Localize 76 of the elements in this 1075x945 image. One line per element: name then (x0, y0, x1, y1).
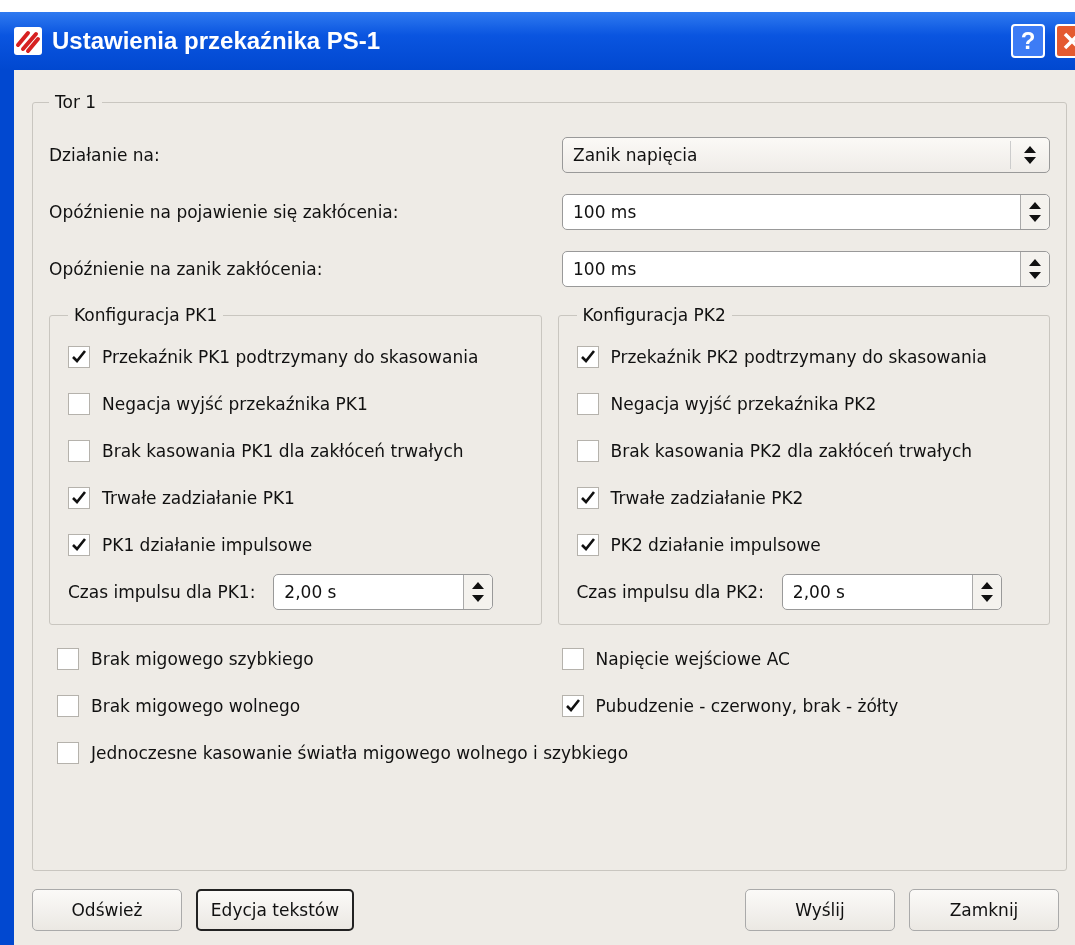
checkbox[interactable]: Brak migowego szybkiego (57, 635, 546, 682)
checkbox-label: PK1 działanie impulsowe (102, 534, 313, 555)
checkbox-box[interactable] (576, 533, 599, 556)
checkbox-label: Brak kasowania PK2 dla zakłóceń trwałych (610, 440, 973, 461)
checkbox-label: Trwałe zadziałanie PK1 (102, 487, 295, 508)
checkbox-label: Pubudzenie - czerwony, brak - żółty (595, 695, 899, 716)
checkmark-icon (579, 536, 596, 553)
checkbox-label: Brak migowego wolnego (91, 695, 301, 716)
checkbox-label: Negacja wyjść przekaźnika PK2 (610, 393, 877, 414)
app-logo-icon (14, 27, 42, 55)
checkbox-box[interactable] (68, 439, 90, 462)
checkbox[interactable]: Negacja wyjść przekaźnika PK1 (68, 380, 529, 427)
push-button[interactable]: Odśwież (32, 889, 182, 931)
checkbox-box[interactable] (57, 694, 79, 717)
checkmark-icon (579, 348, 596, 365)
window-title: Ustawienia przekaźnika PS-1 (52, 27, 381, 55)
field-label: Opóźnienie na zanik zakłócenia: (49, 258, 323, 279)
spin-field[interactable]: 2,00 s (781, 574, 1002, 610)
group-title: Konfiguracja PK1 (73, 305, 219, 325)
checkbox[interactable]: Pubudzenie - czerwony, brak - żółty (561, 682, 1050, 729)
field-label: Opóźnienie na pojawienie się zakłócenia: (49, 201, 399, 222)
spin-buttons[interactable] (1020, 251, 1049, 286)
checkbox-box[interactable] (68, 345, 90, 368)
checkbox-label: Jednoczesne kasowanie światła migowego wolnego i szybkiego (91, 742, 629, 763)
checkbox[interactable]: Przekaźnik PK1 podtrzymany do skasowania (68, 333, 529, 380)
checkmark-icon (71, 489, 87, 506)
checkbox[interactable]: Brak migowego wolnego (57, 682, 546, 729)
group-title: Konfiguracja PK2 (581, 305, 727, 325)
checkbox[interactable]: Negacja wyjść przekaźnika PK2 (576, 380, 1037, 427)
checkbox-box[interactable] (561, 647, 584, 670)
spin-field[interactable]: 100 ms (562, 250, 1050, 287)
checkbox-box[interactable] (68, 486, 90, 509)
checkbox-label: Negacja wyjść przekaźnika PK1 (102, 393, 368, 414)
checkmark-icon (71, 348, 87, 365)
checkbox-label: Napięcie wejściowe AC (595, 648, 790, 669)
checkbox-label: Przekaźnik PK2 podtrzymany do skasowania (610, 346, 987, 367)
field-label: Działanie na: (49, 144, 160, 165)
checkbox-box[interactable] (57, 741, 79, 764)
spin-buttons[interactable] (971, 575, 1001, 609)
checkmark-icon (564, 697, 581, 714)
spin-buttons[interactable] (1020, 194, 1049, 229)
checkbox-box[interactable] (68, 392, 90, 415)
spin-buttons[interactable] (463, 575, 493, 609)
checkbox[interactable]: Jednoczesne kasowanie światła migowego wolnego i szybkiego (57, 729, 1050, 776)
checkbox-box[interactable] (576, 345, 599, 368)
group-title: Tor 1 (54, 92, 98, 112)
checkbox-box[interactable] (576, 486, 599, 509)
checkbox-label: PK2 działanie impulsowe (610, 534, 821, 555)
checkbox[interactable]: Napięcie wejściowe AC (561, 635, 1050, 682)
checkbox-box[interactable] (576, 439, 599, 462)
checkbox-label: Trwałe zadziałanie PK2 (610, 487, 804, 508)
checkbox-box[interactable] (68, 533, 90, 556)
checkbox[interactable]: Brak kasowania PK1 dla zakłóceń trwałych (68, 427, 529, 474)
checkbox-box[interactable] (561, 694, 584, 717)
checkbox[interactable]: Trwałe zadziałanie PK1 (68, 474, 529, 521)
spin-field[interactable]: 100 ms (562, 193, 1050, 230)
checkbox[interactable]: Przekaźnik PK2 podtrzymany do skasowania (576, 333, 1037, 380)
checkbox-label: Brak kasowania PK1 dla zakłóceń trwałych (102, 440, 464, 461)
checkbox-box[interactable] (57, 647, 79, 670)
checkbox[interactable]: PK1 działanie impulsowe (68, 521, 529, 568)
checkbox[interactable]: Trwałe zadziałanie PK2 (576, 474, 1037, 521)
checkbox[interactable]: Brak kasowania PK2 dla zakłóceń trwałych (576, 427, 1037, 474)
spin-field[interactable]: 2,00 s (273, 574, 494, 610)
dropdown[interactable]: Zanik napięcia (562, 136, 1050, 173)
field-label: Czas impulsu dla PK1: (68, 582, 256, 602)
help-button[interactable]: ? (1011, 24, 1045, 58)
field-label: Czas impulsu dla PK2: (576, 582, 764, 602)
checkmark-icon (71, 536, 87, 553)
checkbox-label: Brak migowego szybkiego (91, 648, 314, 669)
push-button[interactable]: Edycja tekstów (196, 889, 354, 931)
checkmark-icon (579, 489, 596, 506)
checkbox[interactable]: PK2 działanie impulsowe (576, 521, 1037, 568)
checkbox-label: Przekaźnik PK1 podtrzymany do skasowania (102, 346, 479, 367)
push-button[interactable]: Wyślij (745, 889, 895, 931)
push-button[interactable]: Zamknij (909, 889, 1059, 931)
checkbox-box[interactable] (576, 392, 599, 415)
